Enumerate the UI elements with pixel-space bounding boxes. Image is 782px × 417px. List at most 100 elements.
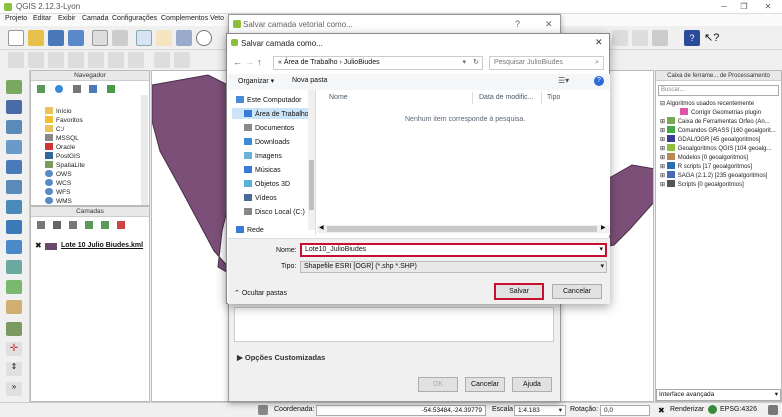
composer-manager-icon[interactable] <box>112 30 128 46</box>
proc-item-saga[interactable]: ⊞ SAGA (2.1.2) [235 geoalgoritmos] <box>660 171 767 179</box>
menu-exibir[interactable]: Exibir <box>58 15 76 22</box>
scroll-right-icon[interactable]: ▶ <box>601 224 606 231</box>
maximize-icon[interactable]: ❐ <box>738 1 750 12</box>
toggle-extents-icon[interactable] <box>258 405 268 415</box>
browser-item-c-drive[interactable]: C:/ <box>45 125 64 133</box>
layer-row[interactable]: ✖ Lote 10 Julio Biudes.kml <box>35 241 147 252</box>
browser-item-postgis[interactable]: PostGIS <box>45 152 80 160</box>
new-spatialite-icon[interactable] <box>6 300 22 314</box>
tree-item-desktop[interactable]: Área de Trabalho <box>244 110 309 118</box>
render-checkbox[interactable]: ✖ <box>658 406 665 415</box>
menu-projeto[interactable]: Projeto <box>5 15 27 22</box>
back-arrow-icon[interactable]: ← <box>233 57 242 67</box>
layer-visible-checkbox[interactable]: ✖ <box>35 241 42 250</box>
breadcrumb-desktop[interactable]: Área de Trabalho <box>284 59 338 66</box>
tree-item-music[interactable]: Músicas <box>244 166 281 174</box>
processing-search-input[interactable]: Buscar... <box>658 85 779 96</box>
browser-item-favoritos[interactable]: Favoritos <box>45 116 83 124</box>
tree-item-documents[interactable]: Documentos <box>244 124 294 132</box>
add-raster-layer-icon[interactable] <box>6 100 22 114</box>
menu-complementos[interactable]: Complementos <box>161 15 208 22</box>
proc-item-orfeo[interactable]: ⊞ Caixa de Ferramentas Orfeo (An... <box>660 117 770 125</box>
copy-features-icon[interactable] <box>174 52 190 68</box>
proc-item-qgis[interactable]: ⊞ Geoalgoritmos QGIS [104 geoalg... <box>660 144 771 152</box>
tree-item-this-pc[interactable]: Este Computador <box>236 96 301 104</box>
column-date-modified[interactable]: Data de modific... <box>479 94 533 101</box>
ok-button[interactable]: OK <box>418 377 458 392</box>
save-as-icon[interactable] <box>68 30 84 46</box>
menu-editar[interactable]: Editar <box>33 15 51 22</box>
pan-to-selection-icon[interactable] <box>176 30 192 46</box>
zoom-in-icon[interactable] <box>196 30 212 46</box>
pan-map-icon[interactable] <box>156 30 172 46</box>
scroll-left-icon[interactable]: ◀ <box>319 224 324 231</box>
hide-folders-toggle[interactable]: ⌃ Ocultar pastas <box>234 289 287 297</box>
toggle-edit-icon[interactable] <box>28 52 44 68</box>
up-arrow-icon[interactable]: ↑ <box>257 57 262 67</box>
delete-selected-icon[interactable] <box>128 52 144 68</box>
add-oracle-layer-icon[interactable] <box>6 180 22 194</box>
add-delimited-text-icon[interactable] <box>6 260 22 274</box>
new-shapefile-icon[interactable] <box>6 280 22 294</box>
tree-item-local-disk[interactable]: Disco Local (C:) <box>244 208 305 216</box>
column-type[interactable]: Tipo <box>547 94 560 101</box>
dialog-help-icon[interactable]: ? <box>515 19 520 29</box>
filter-legend-icon[interactable] <box>69 221 77 229</box>
toolbar-icon-a[interactable] <box>612 30 628 46</box>
file-list[interactable]: Nome Data de modific... Tipo Nenhum item… <box>317 90 610 235</box>
browser-item-wcs[interactable]: WCS <box>45 179 71 187</box>
annotation-icon[interactable] <box>652 30 668 46</box>
new-folder-button[interactable]: Nova pasta <box>292 77 327 84</box>
remove-layer-icon[interactable] <box>117 221 125 229</box>
minimize-icon[interactable]: ─ <box>718 1 730 12</box>
close-icon[interactable]: ✕ <box>545 19 553 30</box>
browser-item-mssql[interactable]: MSSQL <box>45 134 79 142</box>
browser-item-spatialite[interactable]: SpatiaLite <box>45 161 85 169</box>
menu-camada[interactable]: Camada <box>82 15 108 22</box>
open-layer-styling-icon[interactable] <box>37 221 45 229</box>
add-vector-layer-icon[interactable] <box>6 80 22 94</box>
custom-options-group[interactable]: ▶ Opções Customizadas <box>237 353 325 362</box>
open-project-icon[interactable] <box>28 30 44 46</box>
scale-combo[interactable]: 1:4.183 ▾ <box>514 405 566 416</box>
browser-item-ows[interactable]: OWS <box>45 170 72 178</box>
view-options-icon[interactable]: ☰▾ <box>558 76 570 86</box>
chevron-down-icon[interactable]: ▾ <box>599 245 603 255</box>
close-icon[interactable]: ✕ <box>762 1 774 12</box>
pan-touch-icon[interactable] <box>136 30 152 46</box>
close-icon[interactable]: ✕ <box>595 37 603 48</box>
edit-pencil-icon[interactable] <box>8 52 24 68</box>
help-icon[interactable]: ? <box>684 30 700 46</box>
whats-this-icon[interactable]: ↖? <box>704 30 720 46</box>
add-wms-layer-icon[interactable] <box>6 200 22 214</box>
add-wcs-layer-icon[interactable] <box>6 220 22 234</box>
collapse-all-icon[interactable] <box>89 85 97 93</box>
save-edits-icon[interactable] <box>48 52 64 68</box>
crs-globe-icon[interactable] <box>708 405 717 414</box>
crs-status[interactable]: EPSG:4326 <box>720 406 757 413</box>
proc-item-plugin[interactable]: Corrigir Geometrias plugin <box>680 108 761 116</box>
save-project-icon[interactable] <box>48 30 64 46</box>
filter-icon[interactable] <box>73 85 81 93</box>
tree-item-3d-objects[interactable]: Objetos 3D <box>244 180 290 188</box>
properties-icon[interactable] <box>107 85 115 93</box>
add-feature-icon[interactable] <box>68 52 84 68</box>
processing-mode-select[interactable]: Interface avançada ▾ <box>656 389 781 401</box>
browser-item-wms[interactable]: WMS <box>45 197 72 205</box>
search-input[interactable]: Pesquisar JulioBiudes ⌕ <box>489 56 604 70</box>
move-feature-icon[interactable] <box>88 52 104 68</box>
menu-vetor[interactable]: Veto <box>210 15 224 22</box>
browser-scrollbar[interactable] <box>141 95 148 205</box>
filetype-select[interactable]: Shapefile ESRI [OGR] (*.shp *.SHP) ▾ <box>300 261 607 273</box>
add-layer-icon[interactable] <box>37 85 45 93</box>
proc-item-gdal[interactable]: ⊞ GDAL/OGR [45 geoalgoritmos] <box>660 135 760 143</box>
add-wfs-layer-icon[interactable] <box>6 240 22 254</box>
expand-all-icon[interactable] <box>85 221 93 229</box>
menu-configuracoes[interactable]: Configurações <box>112 15 157 22</box>
add-spatialite-layer-icon[interactable] <box>6 140 22 154</box>
proc-item-recent[interactable]: ⊟ Algoritmos usados recentemente <box>660 100 754 107</box>
visibility-icon[interactable] <box>53 221 61 229</box>
address-bar[interactable]: « Área de Trabalho › JulioBiudes ▾ ↻ <box>273 56 483 70</box>
add-mssql-layer-icon[interactable] <box>6 160 22 174</box>
cut-features-icon[interactable] <box>154 52 170 68</box>
